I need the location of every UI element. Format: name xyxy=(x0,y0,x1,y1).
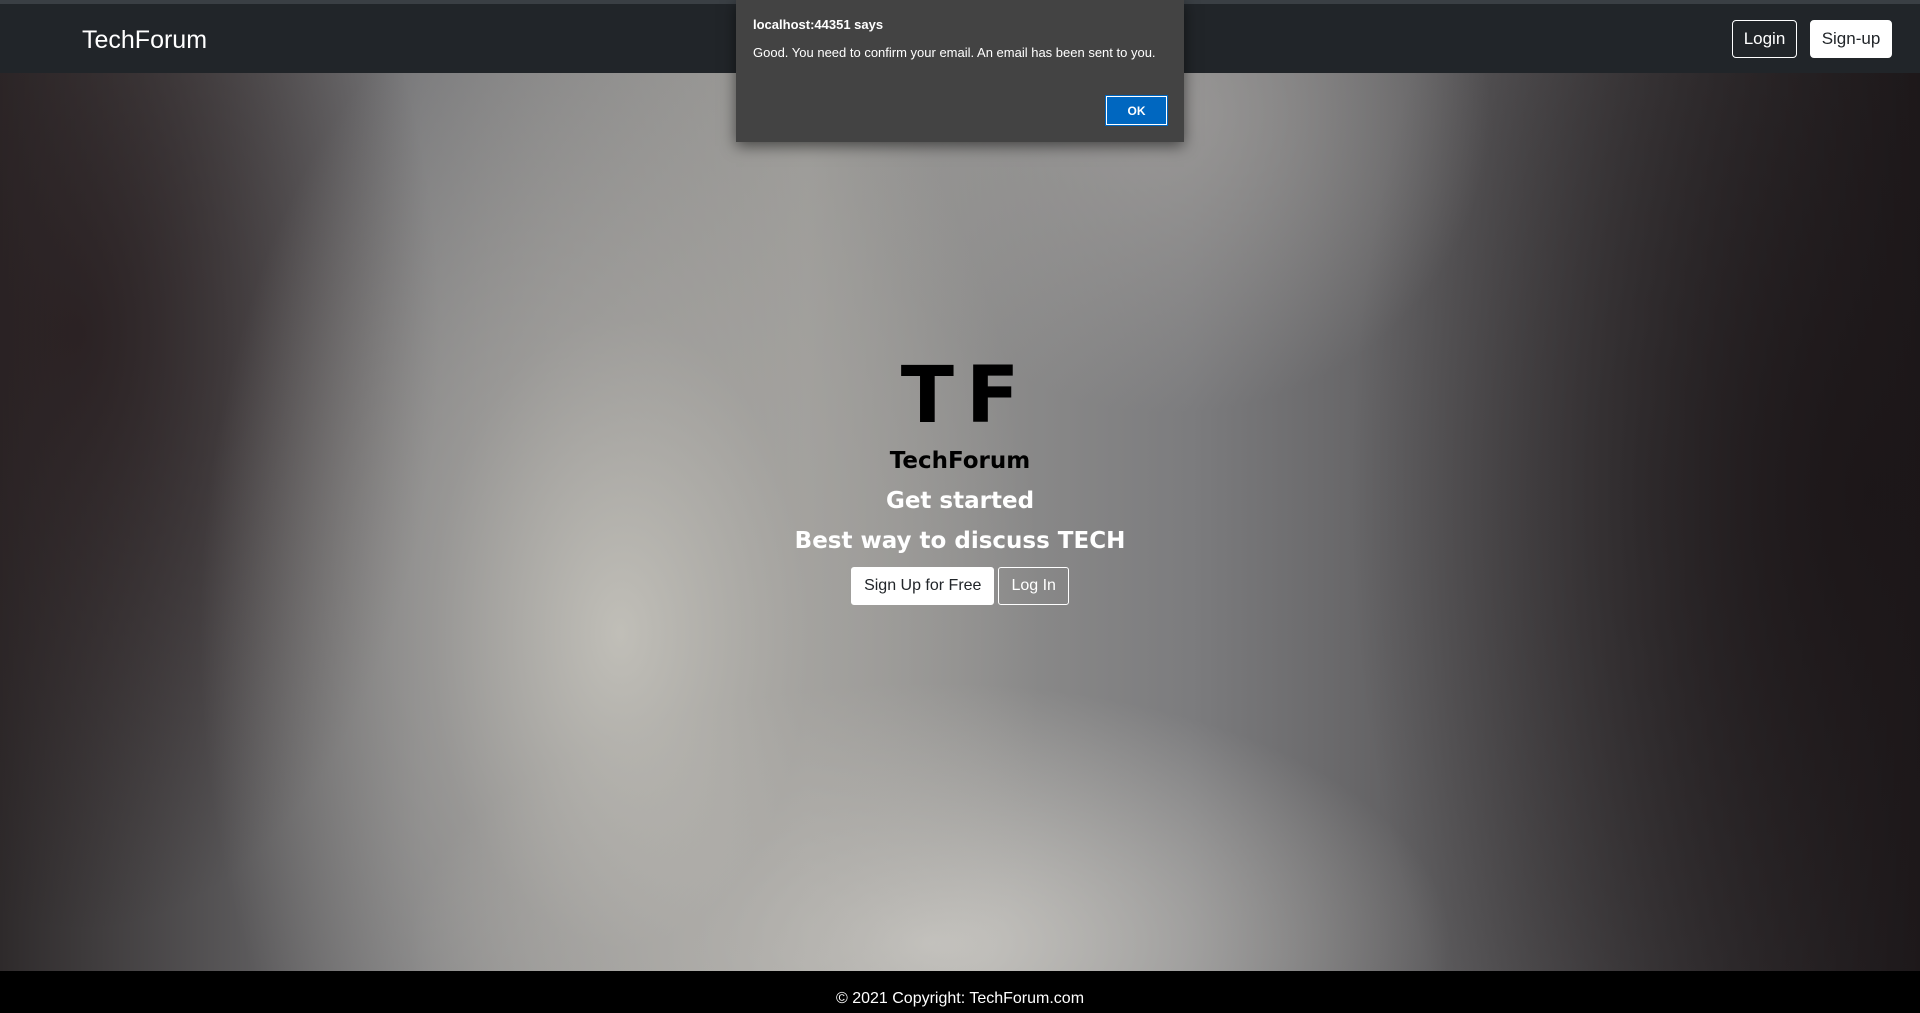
login-button[interactable]: Login xyxy=(1732,20,1797,58)
navbar-actions: Login Sign-up xyxy=(1732,20,1892,58)
hero-signup-button[interactable]: Sign Up for Free xyxy=(851,567,995,605)
hero-login-button[interactable]: Log In xyxy=(998,567,1069,605)
hero-logo: TF xyxy=(900,351,1032,441)
footer-copyright: © 2021 Copyright: TechForum.com xyxy=(835,990,1085,1007)
hero-tagline-discuss: Best way to discuss TECH xyxy=(794,528,1126,554)
hero-title: TechForum xyxy=(889,448,1031,474)
dialog-title: localhost:44351 says xyxy=(753,17,884,32)
hero-tagline-get-started: Get started xyxy=(885,488,1035,514)
footer: © 2021 Copyright: TechForum.com xyxy=(0,971,1920,1013)
dialog-message: Good. You need to confirm your email. An… xyxy=(753,45,1156,60)
hero-actions: Sign Up for Free Log In xyxy=(0,567,1920,605)
hero-content: TF TechForum Get started Best way to dis… xyxy=(0,351,1920,605)
hero-section: TF TechForum Get started Best way to dis… xyxy=(0,73,1920,971)
alert-dialog: localhost:44351 says Good. You need to c… xyxy=(736,0,1184,142)
dialog-ok-button[interactable]: OK xyxy=(1105,95,1168,126)
navbar-brand[interactable]: TechForum xyxy=(82,26,207,55)
signup-button[interactable]: Sign-up xyxy=(1810,20,1892,58)
